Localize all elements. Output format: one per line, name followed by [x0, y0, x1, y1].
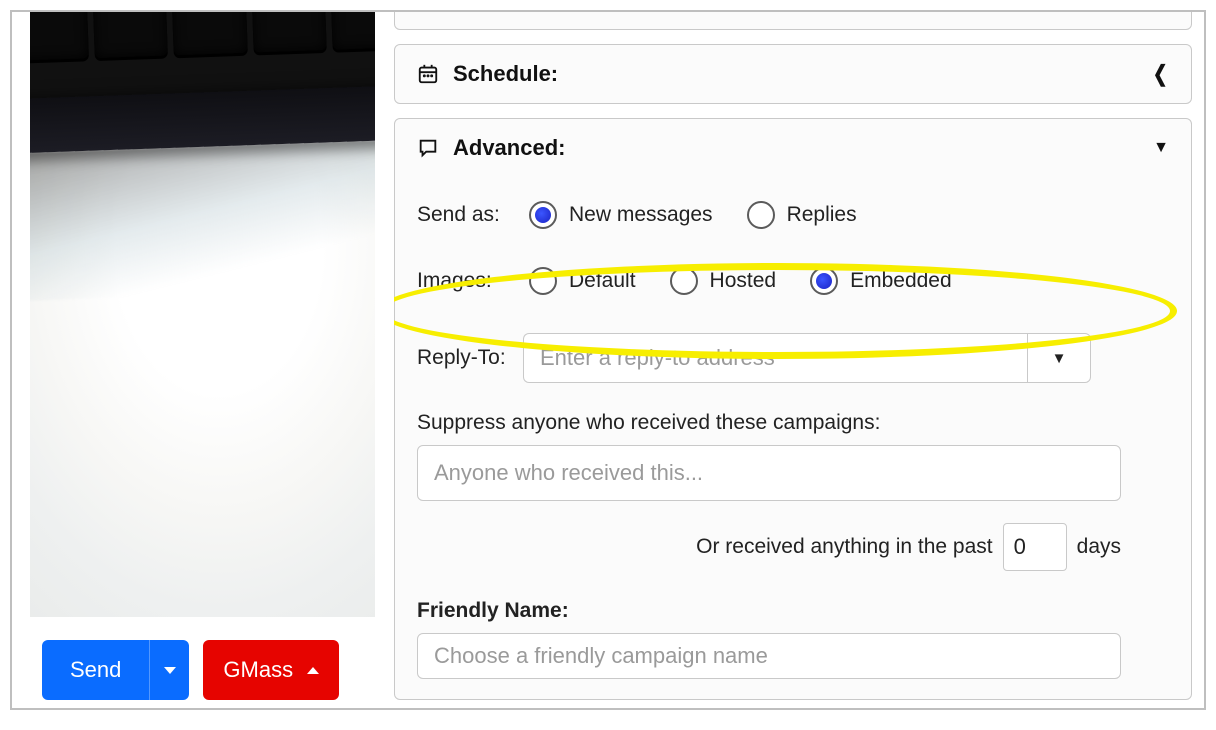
previous-section-card	[394, 12, 1192, 30]
reply-to-placeholder: Enter a reply-to address	[540, 345, 775, 371]
images-row: Images: Default Hosted Embedded	[417, 267, 1169, 295]
send-as-replies-radio[interactable]	[747, 201, 775, 229]
images-embedded-radio[interactable]	[810, 267, 838, 295]
caret-down-icon	[164, 667, 176, 674]
or-received-prefix: Or received anything in the past	[696, 535, 993, 559]
friendly-name-placeholder: Choose a friendly campaign name	[434, 643, 768, 669]
suppress-placeholder: Anyone who received this...	[434, 460, 703, 486]
send-as-new-label: New messages	[569, 203, 713, 227]
images-hosted-label: Hosted	[710, 269, 777, 293]
images-label: Images:	[417, 269, 523, 293]
advanced-title: Advanced:	[453, 135, 565, 161]
send-as-row: Send as: New messages Replies	[417, 201, 1169, 229]
send-button[interactable]: Send	[42, 640, 189, 700]
send-as-replies-label: Replies	[787, 203, 857, 227]
suppress-input[interactable]: Anyone who received this...	[417, 445, 1121, 501]
images-embedded-label: Embedded	[850, 269, 952, 293]
chevron-down-icon: ▼	[1153, 139, 1169, 157]
images-hosted-radio[interactable]	[670, 267, 698, 295]
comment-icon	[417, 137, 439, 159]
chevron-down-icon: ▼	[1052, 350, 1067, 367]
schedule-card: Schedule: ❮	[394, 44, 1192, 104]
images-default-radio[interactable]	[529, 267, 557, 295]
send-as-label: Send as:	[417, 203, 523, 227]
schedule-title: Schedule:	[453, 61, 558, 87]
reply-to-label: Reply-To:	[417, 346, 523, 370]
send-button-split[interactable]	[149, 640, 189, 700]
reply-to-input[interactable]: Enter a reply-to address	[523, 333, 1027, 383]
or-received-suffix: days	[1077, 535, 1121, 559]
friendly-name-input[interactable]: Choose a friendly campaign name	[417, 633, 1121, 679]
images-default-label: Default	[569, 269, 636, 293]
schedule-header[interactable]: Schedule: ❮	[395, 45, 1191, 103]
composer-attachment-thumbnail	[30, 12, 375, 617]
send-as-new-radio[interactable]	[529, 201, 557, 229]
gmass-button-label: GMass	[223, 657, 293, 683]
caret-up-icon	[307, 667, 319, 674]
friendly-name-label: Friendly Name:	[417, 599, 1169, 623]
advanced-header[interactable]: Advanced: ▼	[395, 119, 1191, 177]
gmass-button[interactable]: GMass	[203, 640, 339, 700]
reply-to-dropdown[interactable]: ▼	[1027, 333, 1091, 383]
advanced-card: Advanced: ▼ Send as: New messages Replie…	[394, 118, 1192, 700]
chevron-left-icon: ❮	[1152, 61, 1167, 87]
calendar-icon	[417, 63, 439, 85]
reply-to-row: Reply-To: Enter a reply-to address ▼	[417, 333, 1169, 383]
send-button-label: Send	[42, 657, 149, 683]
suppress-label: Suppress anyone who received these campa…	[417, 411, 1169, 435]
or-received-days-input[interactable]: 0	[1003, 523, 1067, 571]
or-received-row: Or received anything in the past 0 days	[417, 523, 1121, 571]
or-received-value: 0	[1014, 534, 1026, 560]
